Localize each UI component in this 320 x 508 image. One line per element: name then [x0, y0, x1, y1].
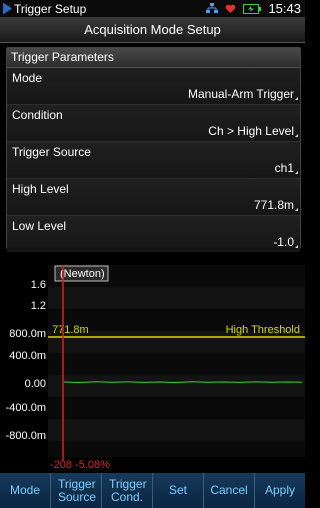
y-tick-label: 0.00 — [25, 378, 46, 390]
trigger-cond-button-label: Trigger Cond. — [109, 476, 147, 504]
plot-band — [48, 397, 305, 419]
trigger-parameters-panel: Trigger Parameters Mode Manual-Arm Trigg… — [6, 47, 301, 252]
clock: 15:43 — [268, 1, 301, 16]
param-mode[interactable]: Mode Manual-Arm Trigger — [7, 68, 300, 105]
trigger-cond-button[interactable]: Trigger Cond. — [102, 473, 153, 508]
y-tick-label: -400.0m — [6, 402, 46, 414]
channel-label: (Newton) — [60, 268, 105, 280]
page-title: Acquisition Mode Setup — [0, 17, 305, 43]
network-icon — [206, 3, 219, 13]
param-trigger-source[interactable]: Trigger Source ch1 — [7, 142, 300, 179]
status-bar: Trigger Setup 15:43 — [0, 0, 305, 17]
param-value[interactable]: ch1 — [275, 161, 299, 175]
param-condition[interactable]: Condition Ch > High Level — [7, 105, 300, 142]
threshold-value: 771.8m — [52, 324, 89, 336]
param-value[interactable]: Manual-Arm Trigger — [188, 87, 299, 101]
plot-band — [48, 353, 305, 375]
param-value[interactable]: -1.0 — [273, 235, 298, 249]
plot-band — [48, 441, 305, 457]
param-label: High Level — [12, 182, 69, 196]
param-label: Low Level — [12, 219, 67, 233]
plot-band — [48, 375, 305, 397]
set-button[interactable]: Set — [153, 473, 204, 508]
y-tick-label: 1.6 — [31, 279, 46, 291]
param-label: Trigger Source — [12, 145, 91, 159]
cancel-button[interactable]: Cancel — [204, 473, 255, 508]
threshold-label: High Threshold — [226, 324, 300, 336]
heart-icon — [226, 4, 236, 13]
param-label: Mode — [12, 71, 43, 85]
param-high-level[interactable]: High Level 771.8m — [7, 179, 300, 216]
param-value[interactable]: Ch > High Level — [208, 124, 298, 138]
param-label: Condition — [12, 108, 63, 122]
scope-plot[interactable]: 1.6 1.2 800.0m 400.0m 0.00 -400.0m -800.… — [0, 261, 305, 471]
trigger-source-button-label: Trigger Source — [58, 476, 97, 504]
plot-band — [48, 287, 305, 309]
bottom-toolbar: Mode Trigger Source Trigger Cond. Set Ca… — [0, 473, 305, 508]
y-tick-label: 400.0m — [9, 350, 46, 362]
y-tick-label: 1.2 — [31, 300, 46, 312]
trigger-source-button[interactable]: Trigger Source — [51, 473, 102, 508]
battery-icon — [243, 3, 262, 14]
cursor-readout: -208 -5.08% — [50, 459, 110, 471]
apply-button[interactable]: Apply — [255, 473, 305, 508]
plot-band — [48, 419, 305, 441]
mode-button[interactable]: Mode — [0, 473, 51, 508]
y-tick-label: 800.0m — [9, 328, 46, 340]
scope-display[interactable]: 1.6 1.2 800.0m 400.0m 0.00 -400.0m -800.… — [0, 261, 305, 471]
app-logo-icon — [3, 3, 12, 15]
panel-title: Trigger Parameters — [7, 48, 300, 68]
app-title: Trigger Setup — [14, 1, 87, 16]
y-tick-label: -800.0m — [6, 430, 46, 442]
signal-trace — [63, 381, 303, 384]
param-value[interactable]: 771.8m — [254, 198, 299, 212]
param-low-level[interactable]: Low Level -1.0 — [7, 216, 300, 252]
